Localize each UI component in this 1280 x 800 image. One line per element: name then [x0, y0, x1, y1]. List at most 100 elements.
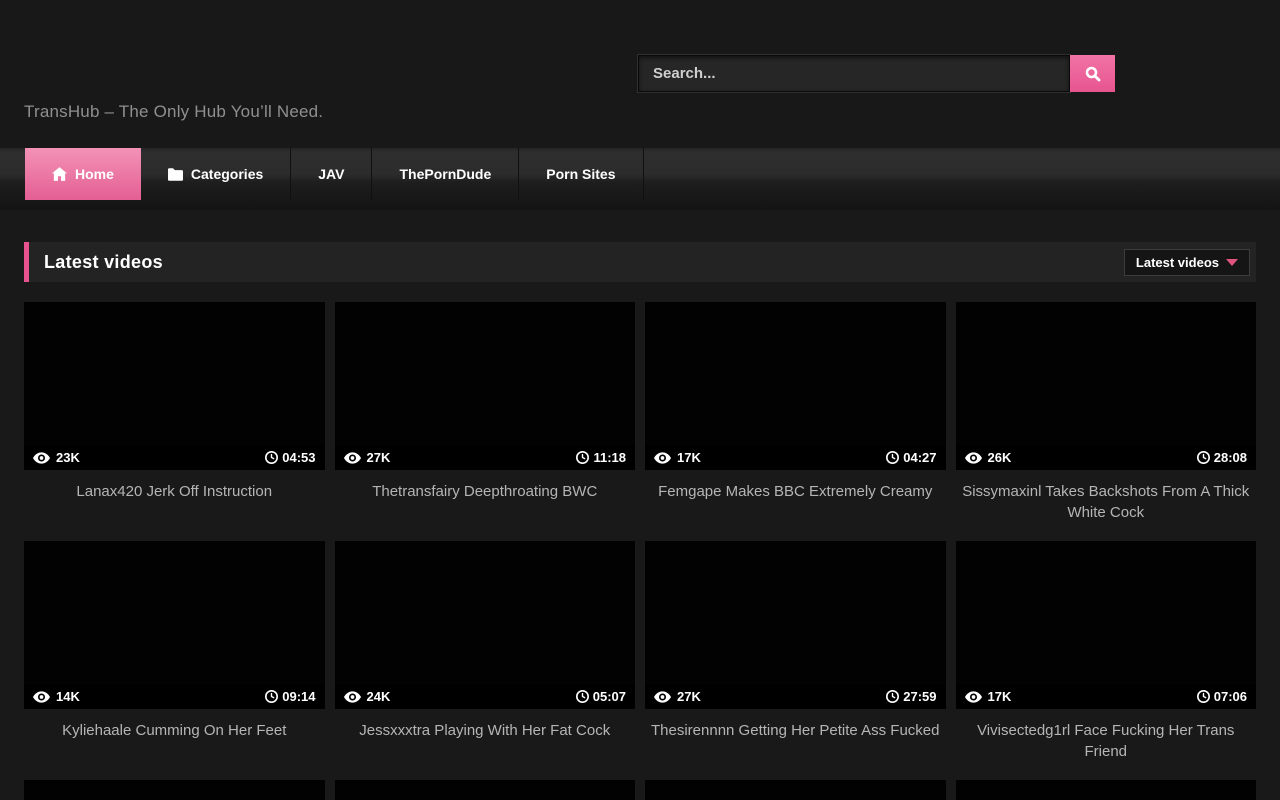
main-navigation: Home Categories JAV ThePornDude Porn Sit… — [0, 148, 1280, 210]
eye-icon — [654, 452, 671, 464]
video-grid: 23K 04:53 Lanax420 Jerk Off Instruction — [24, 302, 1256, 800]
nav-item-home[interactable]: Home — [25, 148, 141, 200]
clock-icon — [1197, 690, 1210, 703]
views-stat: 14K — [33, 689, 80, 704]
section-header: Latest videos Latest videos — [24, 242, 1256, 282]
search-input[interactable] — [638, 55, 1070, 92]
duration-value: 11:18 — [593, 450, 626, 465]
eye-icon — [33, 452, 50, 464]
chevron-down-icon — [1226, 259, 1238, 266]
clock-icon — [1197, 451, 1210, 464]
duration-stat: 05:07 — [576, 689, 626, 704]
video-thumbnail[interactable]: 24K 05:07 — [335, 541, 636, 709]
clock-icon — [576, 451, 589, 464]
thumbnail-stats: 23K 04:53 — [24, 445, 325, 470]
video-thumbnail[interactable] — [645, 780, 946, 800]
views-stat: 27K — [654, 689, 701, 704]
video-thumbnail[interactable]: 26K 28:08 — [956, 302, 1257, 470]
video-title[interactable]: Thetransfairy Deepthroating BWC — [335, 470, 636, 506]
video-card[interactable]: 14K 09:14 Kyliehaale Cumming On Her Feet — [24, 541, 325, 766]
home-icon — [52, 167, 67, 181]
main-content: Latest videos Latest videos 23K — [0, 210, 1280, 800]
nav-label: JAV — [318, 166, 344, 182]
views-stat: 23K — [33, 450, 80, 465]
duration-stat: 07:06 — [1197, 689, 1247, 704]
video-title[interactable]: Jessxxxtra Playing With Her Fat Cock — [335, 709, 636, 745]
thumbnail-stats: 27K 11:18 — [335, 445, 636, 470]
video-title[interactable]: Kyliehaale Cumming On Her Feet — [24, 709, 325, 745]
nav-item-porn-sites[interactable]: Porn Sites — [519, 148, 643, 200]
video-title[interactable]: Vivisectedg1rl Face Fucking Her Trans Fr… — [956, 709, 1257, 766]
duration-value: 07:06 — [1214, 689, 1247, 704]
views-stat: 27K — [344, 450, 391, 465]
video-thumbnail[interactable]: 27K 11:18 — [335, 302, 636, 470]
views-stat: 26K — [965, 450, 1012, 465]
video-thumbnail[interactable]: 14K 09:14 — [24, 541, 325, 709]
duration-value: 09:14 — [282, 689, 315, 704]
views-stat: 24K — [344, 689, 391, 704]
video-thumbnail[interactable]: 17K 07:06 — [956, 541, 1257, 709]
video-title[interactable]: Lanax420 Jerk Off Instruction — [24, 470, 325, 506]
views-count: 24K — [367, 689, 391, 704]
video-thumbnail[interactable]: 23K 04:53 — [24, 302, 325, 470]
duration-stat: 04:53 — [265, 450, 315, 465]
views-count: 27K — [367, 450, 391, 465]
video-card[interactable]: 27K 27:59 Thesirennnn Getting Her Petite… — [645, 541, 946, 766]
video-thumbnail[interactable]: 27K 27:59 — [645, 541, 946, 709]
video-card[interactable] — [335, 780, 636, 800]
nav-item-jav[interactable]: JAV — [291, 148, 372, 200]
video-title[interactable]: Thesirennnn Getting Her Petite Ass Fucke… — [645, 709, 946, 745]
video-thumbnail[interactable] — [956, 780, 1257, 800]
video-card[interactable] — [956, 780, 1257, 800]
thumbnail-stats: 24K 05:07 — [335, 684, 636, 709]
duration-stat: 27:59 — [886, 689, 936, 704]
duration-stat: 28:08 — [1197, 450, 1247, 465]
nav-item-theporndude[interactable]: ThePornDude — [372, 148, 519, 200]
eye-icon — [33, 691, 50, 703]
sort-dropdown-label: Latest videos — [1136, 255, 1219, 270]
nav-label: Home — [75, 166, 114, 182]
section-title: Latest videos — [44, 252, 163, 273]
search-button[interactable] — [1070, 55, 1115, 92]
clock-icon — [886, 451, 899, 464]
duration-value: 27:59 — [903, 689, 936, 704]
video-title[interactable]: Sissymaxinl Takes Backshots From A Thick… — [956, 470, 1257, 527]
video-card[interactable]: 17K 07:06 Vivisectedg1rl Face Fucking He… — [956, 541, 1257, 766]
eye-icon — [344, 691, 361, 703]
site-header: TransHub – The Only Hub You’ll Need. — [0, 0, 1280, 148]
video-card[interactable]: 26K 28:08 Sissymaxinl Takes Backshots Fr… — [956, 302, 1257, 527]
video-card[interactable]: 23K 04:53 Lanax420 Jerk Off Instruction — [24, 302, 325, 527]
views-count: 14K — [56, 689, 80, 704]
clock-icon — [265, 690, 278, 703]
video-card[interactable]: 24K 05:07 Jessxxxtra Playing With Her Fa… — [335, 541, 636, 766]
search-bar — [638, 55, 1115, 92]
nav-label: Categories — [191, 166, 263, 182]
duration-stat: 09:14 — [265, 689, 315, 704]
clock-icon — [576, 690, 589, 703]
eye-icon — [965, 691, 982, 703]
video-card[interactable]: 27K 11:18 Thetransfairy Deepthroating BW… — [335, 302, 636, 527]
nav-item-categories[interactable]: Categories — [141, 148, 291, 200]
video-card[interactable] — [645, 780, 946, 800]
video-thumbnail[interactable] — [335, 780, 636, 800]
views-count: 23K — [56, 450, 80, 465]
site-tagline: TransHub – The Only Hub You’ll Need. — [24, 102, 323, 122]
duration-stat: 04:27 — [886, 450, 936, 465]
video-title[interactable]: Femgape Makes BBC Extremely Creamy — [645, 470, 946, 506]
video-thumbnail[interactable] — [24, 780, 325, 800]
thumbnail-stats: 26K 28:08 — [956, 445, 1257, 470]
thumbnail-stats: 17K 04:27 — [645, 445, 946, 470]
clock-icon — [886, 690, 899, 703]
video-card[interactable]: 17K 04:27 Femgape Makes BBC Extremely Cr… — [645, 302, 946, 527]
video-card[interactable] — [24, 780, 325, 800]
duration-value: 04:27 — [903, 450, 936, 465]
nav-label: ThePornDude — [399, 166, 491, 182]
clock-icon — [265, 451, 278, 464]
video-thumbnail[interactable]: 17K 04:27 — [645, 302, 946, 470]
duration-value: 04:53 — [282, 450, 315, 465]
eye-icon — [965, 452, 982, 464]
thumbnail-stats: 17K 07:06 — [956, 684, 1257, 709]
eye-icon — [344, 452, 361, 464]
thumbnail-stats: 14K 09:14 — [24, 684, 325, 709]
sort-dropdown[interactable]: Latest videos — [1124, 249, 1250, 276]
